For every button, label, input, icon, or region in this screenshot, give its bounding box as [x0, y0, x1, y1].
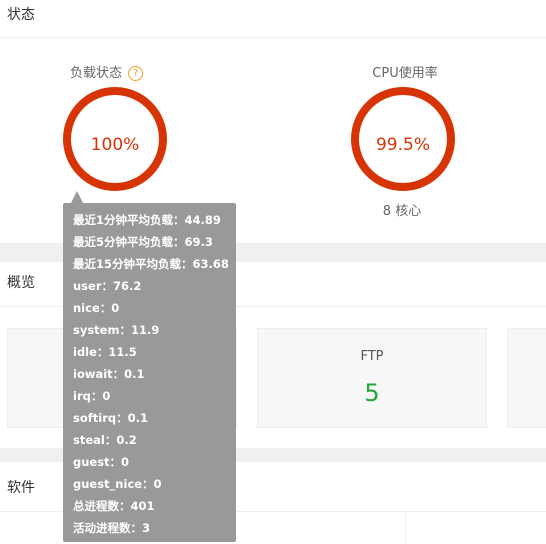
ftp-card[interactable]: FTP 5: [257, 328, 487, 428]
tooltip-line: iowait：0.1: [73, 367, 145, 381]
tooltip-line: 最近1分钟平均负载：44.89: [73, 213, 221, 227]
software-divider: [405, 512, 406, 544]
help-icon[interactable]: ?: [128, 66, 144, 81]
ftp-card-value[interactable]: 5: [258, 379, 486, 407]
load-gauge-value: 100%: [90, 135, 140, 155]
tooltip-line: nice：0: [73, 301, 120, 315]
load-gauge[interactable]: 负载状态? 100%: [60, 65, 172, 195]
tooltip-line: 最近15分钟平均负载：63.68: [73, 257, 229, 271]
cpu-gauge[interactable]: CPU使用率 99.5% 8 核心: [345, 65, 465, 219]
cpu-gauge-title: CPU使用率: [372, 66, 438, 81]
tooltip-line: steal：0.2: [73, 433, 137, 447]
tooltip-line: system：11.9: [73, 323, 160, 337]
overview-card-right[interactable]: [507, 328, 546, 428]
tooltip-arrow: [71, 191, 83, 203]
cpu-gauge-value: 99.5%: [375, 135, 430, 155]
tooltip-line: guest：0: [73, 455, 130, 469]
load-tooltip: 最近1分钟平均负载：44.89 最近5分钟平均负载：69.3 最近15分钟平均负…: [63, 191, 236, 542]
ftp-card-label: FTP: [360, 349, 384, 364]
status-panel-title: 状态: [0, 0, 546, 38]
tooltip-line: 活动进程数：3: [73, 521, 151, 535]
cpu-gauge-ring[interactable]: 99.5%: [351, 87, 455, 191]
cpu-cores-label: 8 核心: [382, 204, 422, 219]
tooltip-line: guest_nice：0: [73, 477, 162, 491]
tooltip-line: irq：0: [73, 389, 111, 403]
load-gauge-ring[interactable]: 100%: [63, 87, 167, 191]
tooltip-line: idle：11.5: [73, 345, 137, 359]
tooltip-line: 总进程数：401: [73, 499, 155, 513]
load-gauge-title: 负载状态: [70, 66, 123, 81]
tooltip-line: softirq：0.1: [73, 411, 148, 425]
tooltip-line: 最近5分钟平均负载：69.3: [73, 235, 213, 249]
tooltip-line: user：76.2: [73, 279, 142, 293]
